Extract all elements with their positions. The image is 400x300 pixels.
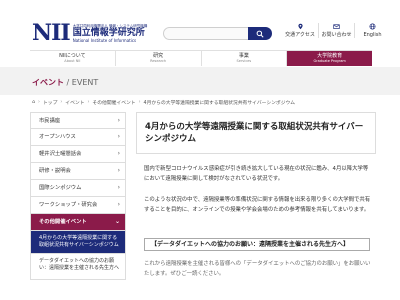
contact-link-label: お問い合わせ — [321, 32, 352, 38]
nav-about-sub: About NII — [64, 59, 81, 63]
breadcrumb-event[interactable]: イベント — [65, 99, 84, 106]
site-header: NII 大学共同利用機関法人 情報・システム研究機構 国立情報学研究所 Nati… — [0, 0, 400, 50]
section-heading: 【データダイエットへの協力のお願い：遠隔授業を主催される先生方へ】 — [144, 238, 370, 251]
nii-logo[interactable]: NII 大学共同利用機関法人 情報・システム研究機構 国立情報学研究所 Nati… — [32, 22, 147, 44]
sidebar-item-label: オープンハウス — [39, 134, 76, 140]
chevron-right-icon: › — [117, 167, 120, 174]
logo-en: National Institute of Informatics — [72, 37, 137, 43]
sidebar-item-label: 国際シンポジウム — [39, 185, 82, 191]
sidebar-item-public-lecture[interactable]: 市民講座 › — [30, 112, 126, 129]
sidebar: 市民講座 › オープンハウス › 軽井沢土曜懇話会 › 研修・説明会 › 国際シ… — [30, 112, 126, 280]
sidebar-item-label: ワークショップ・研究会 — [39, 202, 98, 208]
chevron-right-icon: › — [117, 133, 120, 140]
chevron-right-icon: › — [117, 184, 120, 191]
sidebar-subitem-data-diet[interactable]: データダイエットへの協力のお願い：遠隔授業を主催される先生方へ — [30, 254, 126, 280]
access-link[interactable]: 交通アクセス — [282, 23, 318, 38]
map-pin-icon — [297, 23, 303, 30]
sidebar-item-karuizawa[interactable]: 軽井沢土曜懇話会 › — [30, 146, 126, 163]
nav-research[interactable]: 研究 Research — [114, 51, 201, 66]
logo-name: 国立情報学研究所 — [72, 27, 145, 38]
sidebar-item-intl-symposium[interactable]: 国際シンポジウム › — [30, 180, 126, 197]
breadcrumb-sep: › — [138, 100, 141, 105]
sidebar-item-label: その他開催イベント — [39, 219, 87, 225]
sidebar-item-label: 軽井沢土曜懇話会 — [39, 151, 82, 157]
sidebar-item-workshop[interactable]: ワークショップ・研究会 › — [30, 197, 126, 214]
sidebar-item-label: 市民講座 — [39, 118, 61, 124]
nav-research-sub: Research — [150, 59, 167, 63]
intro-paragraph-1: 国内で新型コロナウイルス感染症が引き続き拡大している現在の状況に鑑み、4月以降大… — [144, 166, 369, 182]
breadcrumb-sep: › — [60, 100, 63, 105]
sidebar-item-other-events[interactable]: その他開催イベント ⌄ — [30, 214, 126, 231]
section-title: イベント / EVENT — [32, 77, 98, 88]
section-title-jp: イベント — [32, 78, 64, 87]
globe-icon — [369, 23, 376, 30]
utility-links: 交通アクセス お問い合わせ English — [282, 23, 390, 38]
nav-services[interactable]: 事業 Services — [200, 51, 287, 66]
breadcrumb-sep: › — [38, 100, 40, 105]
breadcrumb-current: 4月からの大学等遠隔授業に関する取組状況共有サイバーシンポジウム — [143, 101, 296, 106]
section-title-en: / EVENT — [66, 78, 99, 87]
chevron-right-icon: › — [117, 117, 120, 124]
english-link-label: English — [363, 32, 382, 38]
contact-link[interactable]: お問い合わせ — [318, 23, 354, 38]
access-link-label: 交通アクセス — [285, 32, 315, 38]
breadcrumb-top[interactable]: トップ — [43, 99, 57, 106]
english-link[interactable]: English — [354, 23, 390, 38]
sidebar-item-open-house[interactable]: オープンハウス › — [30, 129, 126, 146]
section-banner: イベント / EVENT — [0, 67, 400, 95]
section-paragraph: これから遠隔授業を主催される皆様への「データダイエットへのご協力のお願い」をお願… — [144, 261, 371, 277]
search-button[interactable] — [248, 27, 272, 40]
logo-mark: NII — [32, 20, 71, 46]
breadcrumb-sep: › — [87, 100, 90, 105]
breadcrumb: ⌂ › トップ › イベント › その他開催イベント › 4月からの大学等遠隔授… — [32, 99, 295, 106]
sidebar-item-training[interactable]: 研修・説明会 › — [30, 163, 126, 180]
logo-text: 大学共同利用機関法人 情報・システム研究機構 国立情報学研究所 National… — [73, 24, 148, 43]
nav-graduate[interactable]: 大学院教育 Graduate Program — [286, 51, 372, 66]
chevron-right-icon: › — [117, 150, 120, 157]
page-title: 4月からの大学等遠隔授業に関する取組状況共有サイバーシンポジウム — [136, 112, 376, 154]
search-icon — [256, 30, 264, 38]
nav-about[interactable]: NIIについて About NII — [30, 51, 115, 66]
nav-services-sub: Services — [236, 59, 252, 63]
intro-paragraph-2: このような状況の中で、遠隔授業等の準備状況に関する情報を出来る限り多くの大学間で… — [144, 197, 371, 213]
global-nav: NIIについて About NII 研究 Research 事業 Service… — [30, 50, 372, 66]
chevron-down-icon: ⌄ — [114, 218, 120, 225]
breadcrumb-other[interactable]: その他開催イベント — [92, 99, 135, 106]
home-icon[interactable]: ⌂ — [32, 100, 35, 105]
mail-icon — [333, 24, 340, 29]
sidebar-subitem-current[interactable]: 4月からの大学等遠隔授業に関する取組状況共有サイバーシンポジウム — [30, 231, 126, 254]
nav-graduate-sub: Graduate Program — [313, 59, 346, 63]
sidebar-item-label: 研修・説明会 — [39, 168, 71, 174]
chevron-right-icon: › — [117, 201, 120, 208]
